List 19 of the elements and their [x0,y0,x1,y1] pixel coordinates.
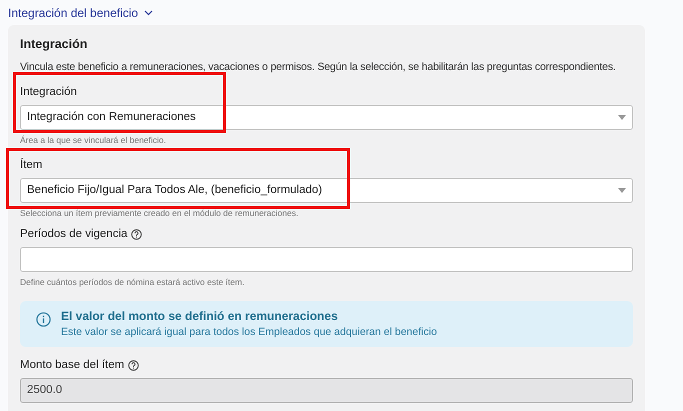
field-label: Monto base del ítem [20,358,124,374]
section-toggle[interactable]: Integración del beneficio [8,0,154,25]
panel-title: Integración [20,36,88,53]
field-label: Períodos de vigencia [20,227,128,242]
chevron-icon [144,10,154,16]
dropdown-caret-icon [618,188,626,194]
help-text: Define cuántos períodos de nómina estará activo este ítem. [20,277,246,288]
panel-description: Vincula este beneficio a remuneraciones, vacaciones o permisos. Según la selección, se habilitarán las preguntas correspondientes. [20,60,617,75]
field-label: Ítem [20,157,42,173]
input-field[interactable] [20,247,633,272]
help-text: Área a la que se vinculará el beneficio. [20,134,168,145]
dropdown-caret-icon [618,114,626,120]
field-label: Integración [20,84,77,100]
alert-message: Este valor se aplicará igual para todos los Empleados que adquieran el beneficio [61,325,437,340]
select-field[interactable]: Integración con Remuneraciones [20,104,633,130]
help-text: Selecciona un ítem previamente creado en el módulo de remuneraciones. [20,208,300,218]
info-icon [36,312,51,328]
select-field[interactable]: Beneficio Fijo/Igual Para Todos Ale, (beneficio_formulado) [20,178,633,204]
alert-title: El valor del monto se definió en remuneraciones [61,308,339,326]
